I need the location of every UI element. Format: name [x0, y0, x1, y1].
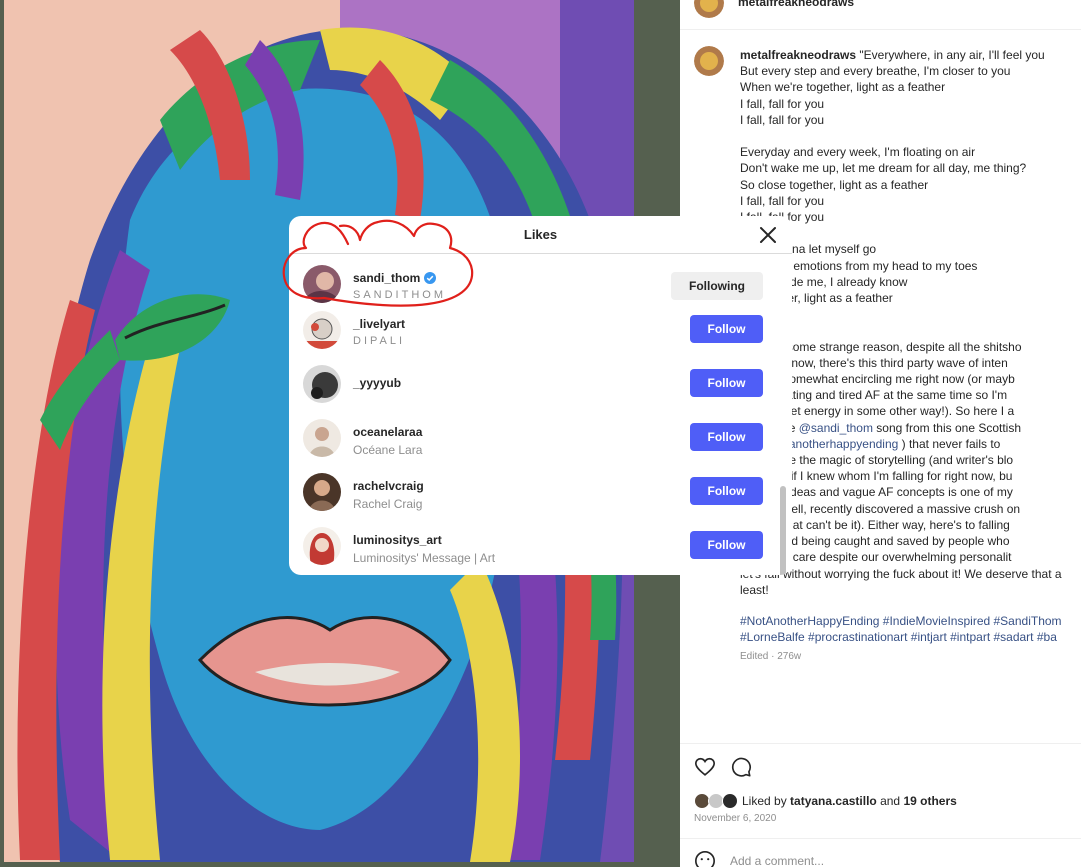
following-button[interactable]: Following	[671, 272, 763, 300]
list-item[interactable]: _yyyyub Follow	[289, 365, 782, 419]
list-item[interactable]: _livelyart DIPALI Follow	[289, 311, 782, 365]
avatar[interactable]	[303, 265, 341, 303]
username[interactable]: luminositys_art	[353, 533, 442, 547]
follow-button[interactable]: Follow	[690, 369, 763, 397]
likes-modal: Likes sandi_thom SANDITHOM Following _li…	[289, 216, 792, 575]
avatar[interactable]	[303, 527, 341, 565]
list-item[interactable]: oceanelaraa Océane Lara Follow	[289, 419, 782, 473]
scrollbar[interactable]	[780, 486, 786, 575]
follow-button[interactable]: Follow	[690, 315, 763, 343]
full-name: SANDITHOM	[353, 289, 446, 301]
username[interactable]: oceanelaraa	[353, 425, 422, 439]
follow-button[interactable]: Follow	[690, 423, 763, 451]
full-name: DIPALI	[353, 335, 406, 347]
full-name: Océane Lara	[353, 443, 423, 457]
username-text[interactable]: luminositys_art	[353, 533, 442, 547]
list-item[interactable]: rachelvcraig Rachel Craig Follow	[289, 473, 782, 527]
username-text[interactable]: _livelyart	[353, 317, 405, 331]
likes-list: sandi_thom SANDITHOM Following _livelyar…	[289, 254, 792, 575]
verified-badge-icon	[424, 272, 437, 284]
avatar[interactable]	[303, 473, 341, 511]
username-text[interactable]: sandi_thom	[353, 271, 420, 285]
avatar[interactable]	[303, 311, 341, 349]
username[interactable]: rachelvcraig	[353, 479, 424, 493]
username-text[interactable]: oceanelaraa	[353, 425, 422, 439]
modal-title: Likes	[523, 227, 558, 242]
full-name: Luminositys' Message | Art	[353, 551, 496, 565]
follow-button[interactable]: Follow	[690, 531, 763, 559]
avatar[interactable]	[303, 419, 341, 457]
full-name: Rachel Craig	[353, 497, 423, 511]
username[interactable]: sandi_thom	[353, 271, 437, 285]
close-icon[interactable]	[758, 225, 778, 245]
avatar[interactable]	[303, 365, 341, 403]
username[interactable]: _yyyyub	[353, 376, 401, 390]
modal-header: Likes	[289, 216, 792, 254]
follow-button[interactable]: Follow	[690, 477, 763, 505]
list-item[interactable]: luminositys_art Luminositys' Message | A…	[289, 527, 782, 575]
username-text[interactable]: _yyyyub	[353, 376, 401, 390]
username[interactable]: _livelyart	[353, 317, 405, 331]
username-text[interactable]: rachelvcraig	[353, 479, 424, 493]
